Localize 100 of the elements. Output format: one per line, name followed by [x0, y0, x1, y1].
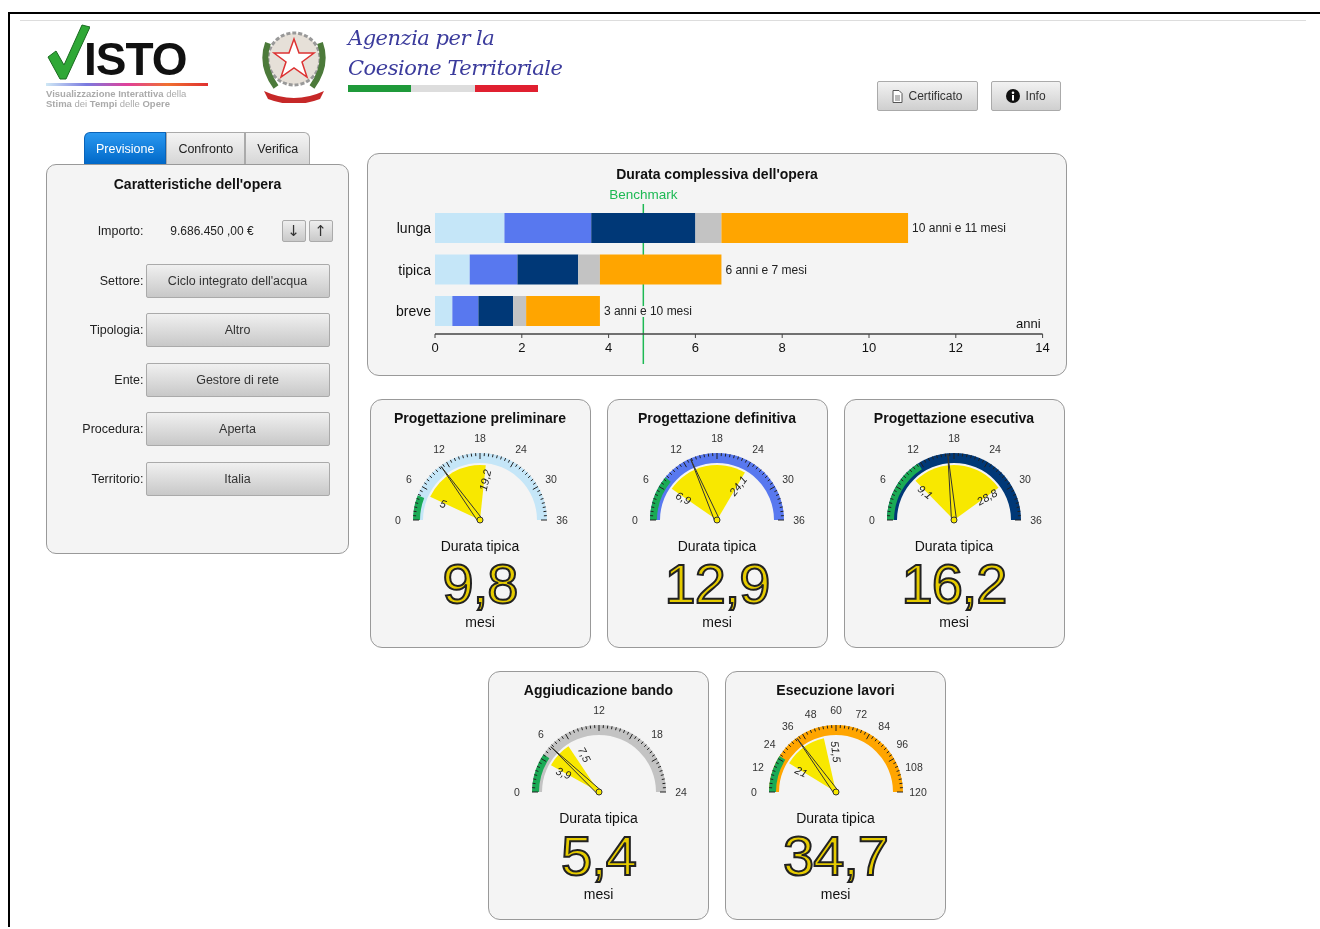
- tick-label: 2: [517, 340, 525, 355]
- gauge-value: 12,9: [664, 554, 770, 614]
- tick-label: 12: [751, 760, 764, 773]
- tick-label: 12: [948, 340, 963, 355]
- value-label: 10 anni e 11 mesi: [911, 221, 1006, 235]
- tick-label: 36: [556, 514, 568, 526]
- gauge-needle: [947, 453, 958, 524]
- document-icon: [891, 89, 903, 103]
- tick-label: 60: [829, 704, 842, 716]
- select-button[interactable]: Gestore di rete: [145, 362, 330, 397]
- bar-segment: [469, 254, 517, 285]
- tick-label: 18: [650, 728, 663, 740]
- field-label: Settore:: [98, 273, 144, 288]
- logo-wordmark: ISTO: [84, 37, 187, 81]
- category-label: tipica: [397, 261, 431, 278]
- tick-label: 6: [880, 473, 886, 485]
- range-label: 9,1: [915, 482, 935, 502]
- range-label: 28,8: [974, 486, 1000, 508]
- bar-segment: [434, 254, 470, 285]
- tick-label: 14: [1034, 340, 1050, 355]
- range-label: 21: [792, 763, 809, 780]
- header-button[interactable]: Info: [990, 81, 1061, 111]
- tick-label: 0: [513, 786, 520, 798]
- card-title: Progettazione preliminare: [394, 410, 566, 426]
- tick-label: 48: [804, 708, 816, 720]
- tick-label: 12: [907, 443, 919, 455]
- tick-label: 30: [1019, 473, 1031, 485]
- tab[interactable]: Confronto: [166, 132, 246, 164]
- gauge-caption: Durata tipica: [677, 538, 757, 554]
- value-label: 6 anni e 7 mesi: [724, 262, 807, 277]
- gauge-unit: mesi: [820, 886, 851, 902]
- gauge-needle: [796, 738, 839, 796]
- tick-label: 36: [793, 514, 805, 526]
- gauge-unit: mesi: [939, 614, 969, 630]
- tick-label: 30: [545, 473, 557, 485]
- tick-label: 0: [632, 514, 638, 526]
- tick-label: 8: [778, 340, 786, 355]
- select-button[interactable]: Aperta: [145, 412, 330, 446]
- field-label: Tipologia:: [88, 323, 144, 337]
- tick-label: 10: [861, 340, 876, 355]
- card-title: Progettazione esecutiva: [873, 410, 1035, 426]
- tick-label: 0: [395, 514, 401, 526]
- select-button[interactable]: Italia: [145, 461, 330, 496]
- axis-title: anni: [1015, 316, 1041, 331]
- gauge-value: 34,7: [783, 826, 888, 886]
- panel-title: Caratteristiche dell'opera: [113, 176, 282, 192]
- tab[interactable]: Verifica: [245, 132, 311, 164]
- tick-label: 24: [989, 443, 1001, 455]
- bar-segment: [434, 213, 504, 243]
- tick-label: 6: [691, 340, 699, 355]
- stepper-button[interactable]: ↓: [281, 220, 306, 242]
- tick-label: 72: [855, 708, 867, 720]
- tick-label: 12: [670, 443, 682, 455]
- tick-label: 24: [752, 443, 764, 455]
- tick-label: 36: [1030, 514, 1042, 526]
- card-title: Progettazione definitiva: [638, 410, 796, 426]
- gauge-needle: [690, 458, 721, 524]
- info-icon: [1005, 89, 1020, 103]
- gauge-value: 9,8: [442, 554, 518, 614]
- category-label: breve: [395, 303, 431, 319]
- card-title: Aggiudicazione bando: [523, 682, 674, 698]
- range-label: 5: [438, 497, 448, 511]
- amount-value: 9.686.450 ,00 €: [169, 224, 255, 238]
- field-label: Importo:: [96, 224, 144, 238]
- tick-label: 24: [515, 443, 527, 455]
- select-button[interactable]: Ciclo integrato dell'acqua: [145, 263, 330, 298]
- tick-label: 24: [763, 737, 775, 750]
- tick-label: 18: [948, 432, 960, 444]
- gauge-caption: Durata tipica: [559, 810, 638, 826]
- tick-label: 108: [904, 760, 923, 773]
- tick-label: 0: [869, 514, 875, 526]
- tick-label: 96: [896, 737, 908, 750]
- tick-label: 6: [643, 473, 649, 485]
- range-label: 6,9: [673, 489, 693, 507]
- gauge-caption: Durata tipica: [914, 538, 994, 554]
- tick-label: 0: [750, 786, 757, 798]
- gauge-value: 16,2: [901, 554, 1007, 614]
- card-title: Esecuzione lavori: [776, 682, 895, 698]
- range-label: 7,5: [575, 745, 593, 765]
- tick-label: 12: [433, 443, 445, 455]
- tab[interactable]: Previsione: [84, 132, 167, 164]
- tick-label: 0: [430, 340, 439, 355]
- select-button[interactable]: Altro: [145, 313, 330, 347]
- range-label: 51,5: [828, 740, 843, 764]
- range-label: 19,2: [476, 468, 494, 492]
- tick-label: 30: [782, 473, 794, 485]
- tick-label: 36: [781, 719, 794, 732]
- gauge-unit: mesi: [465, 614, 495, 630]
- chart-title: Durata complessiva dell'opera: [616, 166, 818, 182]
- field-label: Procedura:: [81, 422, 144, 436]
- tick-label: 18: [474, 432, 486, 444]
- logo-subtitle: Stima dei Tempi delle Opere: [46, 99, 171, 109]
- benchmark-label: Benchmark: [608, 187, 677, 202]
- tick-label: 18: [711, 432, 723, 444]
- range-label: 3,9: [553, 764, 573, 782]
- gauge-caption: Durata tipica: [796, 810, 875, 826]
- tick-label: 120: [908, 786, 927, 798]
- tick-label: 84: [877, 719, 890, 732]
- header-button[interactable]: Certificato: [876, 81, 978, 111]
- stepper-button[interactable]: ↑: [308, 220, 333, 242]
